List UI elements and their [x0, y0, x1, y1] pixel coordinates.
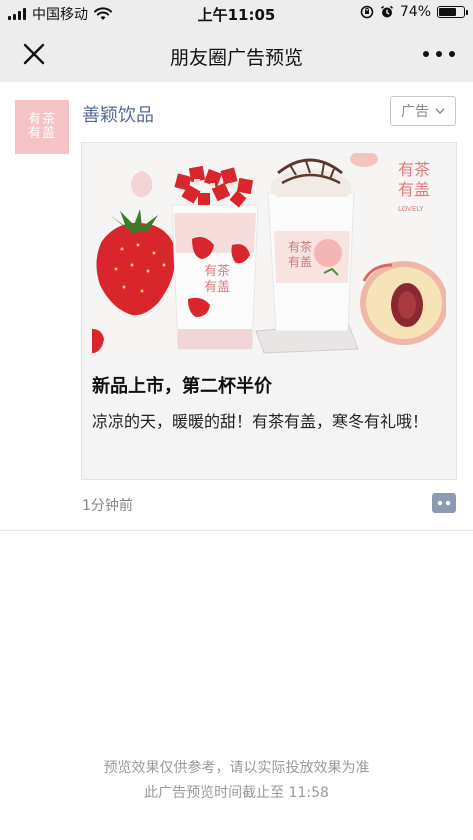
- post-time: 1分钟前: [82, 498, 133, 514]
- page-title: 朋友圈广告预览: [169, 47, 303, 69]
- ad-description: 凉凉的天，暖暖的甜！有茶有盖，寒冬有礼哦！: [92, 412, 429, 431]
- battery-fill: [439, 8, 457, 16]
- comment-icon[interactable]: [432, 493, 456, 513]
- nav-bar: 朋友圈广告预览: [0, 26, 473, 82]
- ad-headline: 新品上市，第二杯半价: [92, 376, 272, 397]
- ad-tag-button[interactable]: 广告: [390, 96, 456, 126]
- cup-logo-line-2: 有盖: [204, 280, 230, 295]
- status-right: 74%: [360, 4, 468, 20]
- status-bar: 中国移动 上午11:05 74%: [0, 0, 473, 26]
- image-logo-line-1: 有茶: [398, 160, 430, 179]
- footer-note-1: 预览效果仅供参考，请以实际投放效果为准: [103, 760, 370, 776]
- chevron-down-icon: [435, 108, 445, 114]
- orientation-lock-icon: [360, 5, 374, 19]
- advertiser-avatar[interactable]: 有茶 有盖: [15, 100, 69, 154]
- footer-note-2: 此广告预览时间截止至 11:58: [144, 785, 329, 801]
- image-logo-line-2: 有盖: [398, 180, 430, 199]
- more-options-icon[interactable]: [423, 46, 455, 62]
- avatar-logo-line-1: 有茶: [27, 112, 56, 127]
- peach-icon: [360, 261, 446, 345]
- ad-card[interactable]: 有茶 有盖 有茶 有盖 有茶 有盖 LOVELY 新品上市，第二杯半价 凉凉的天…: [81, 142, 457, 480]
- ad-illustration: 有茶 有盖 有茶 有盖 有茶 有盖 LOVELY: [92, 153, 446, 355]
- cup-logo-line-1: 有茶: [204, 263, 230, 279]
- ad-post: 有茶 有盖 善颖饮品 广告 有茶 有盖 有茶 有盖 有茶 有盖 LOVELY 新…: [0, 82, 473, 531]
- ad-image[interactable]: 有茶 有盖 有茶 有盖 有茶 有盖 LOVELY: [92, 153, 446, 355]
- cup-logo-right-line-2: 有盖: [288, 255, 312, 269]
- alarm-icon: [380, 5, 393, 18]
- advertiser-name[interactable]: 善颖饮品: [82, 101, 154, 127]
- battery-percent: 74%: [399, 4, 431, 20]
- cup-logo-right-line-1: 有茶: [288, 239, 312, 254]
- image-logo-lovely: LOVELY: [398, 205, 424, 213]
- avatar-logo-line-2: 有盖: [27, 126, 56, 141]
- battery-icon: [437, 6, 468, 18]
- ad-tag-label: 广告: [401, 104, 429, 120]
